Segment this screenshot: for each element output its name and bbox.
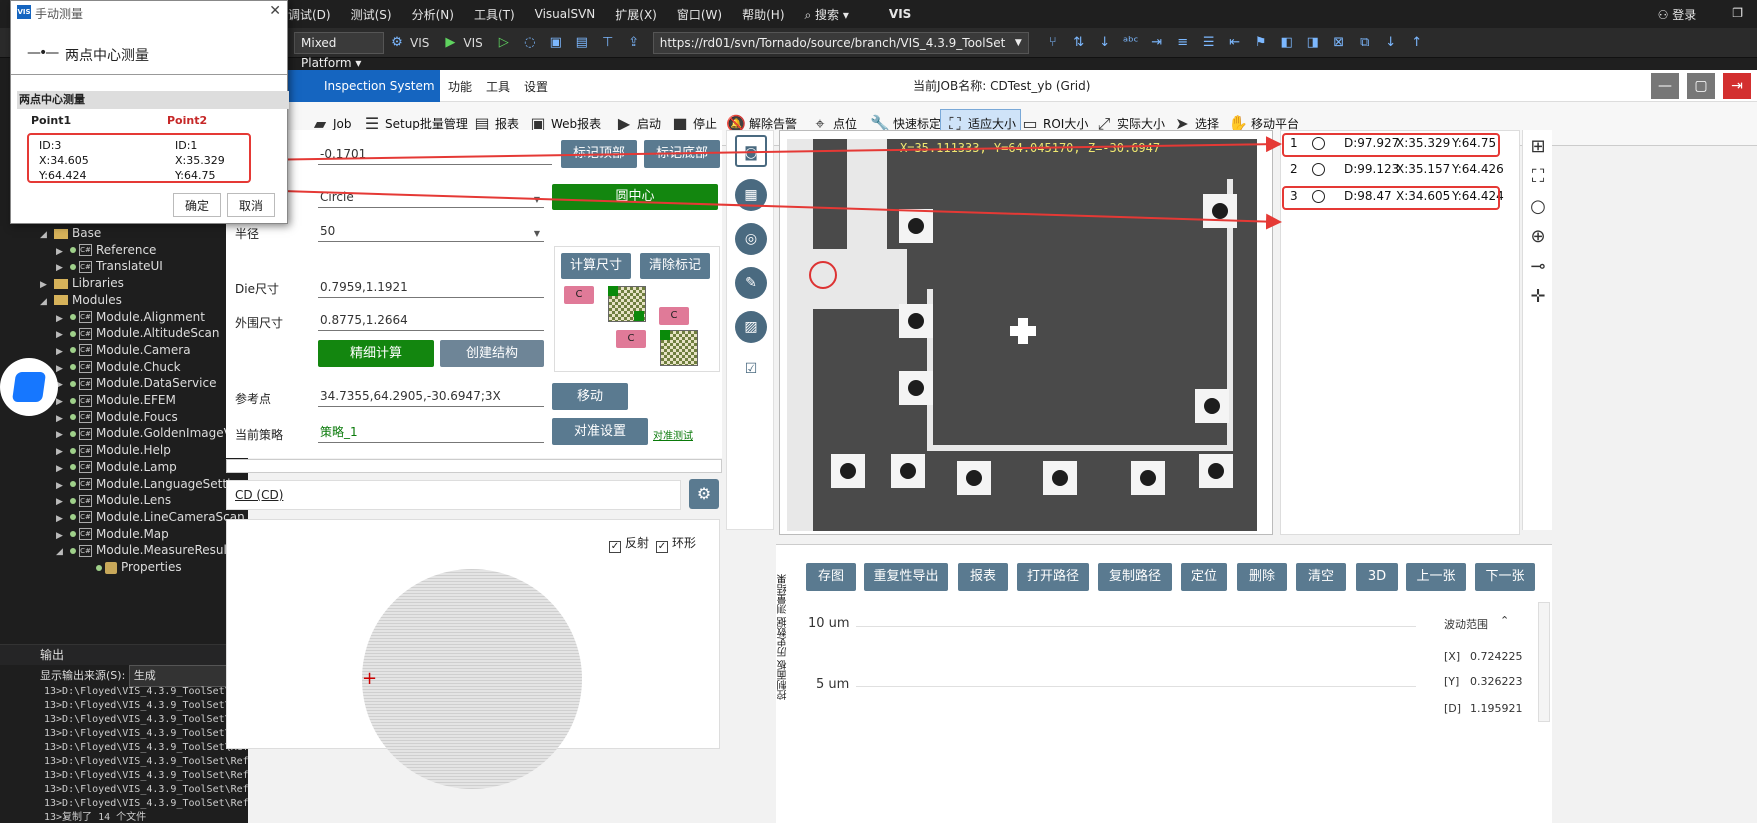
manual-measure-dialog: VIS 手动测量 ✕ —•— 两点中心测量 两点中心测量 Point1 Poin… [10,0,289,224]
arrow-to-result-3 [249,189,1282,230]
dialog-title: 手动测量 [35,7,84,21]
point2-y: Y:64.75 [175,169,216,182]
point1-id: ID:3 [39,139,62,152]
point2-id: ID:1 [175,139,198,152]
two-point-center-icon: —•— [27,45,59,61]
point1-x: X:34.605 [39,154,89,167]
dialog-section-title: 两点中心测量 [17,91,289,109]
dialog-heading: 两点中心测量 [65,48,149,64]
dialog-heading-row: —•— 两点中心测量 [11,31,287,75]
close-icon[interactable]: ✕ [269,3,281,19]
cancel-button[interactable]: 取消 [227,193,275,217]
point2-label: Point2 [167,114,208,127]
vis-logo-icon: VIS [17,5,31,19]
dialog-title-bar: VIS 手动测量 ✕ [11,1,287,23]
point2-x: X:35.329 [175,154,225,167]
ok-button[interactable]: 确定 [173,193,221,217]
point1-y: Y:64.424 [39,169,87,182]
arrow-to-result-1 [249,136,1282,161]
point1-label: Point1 [31,114,72,127]
